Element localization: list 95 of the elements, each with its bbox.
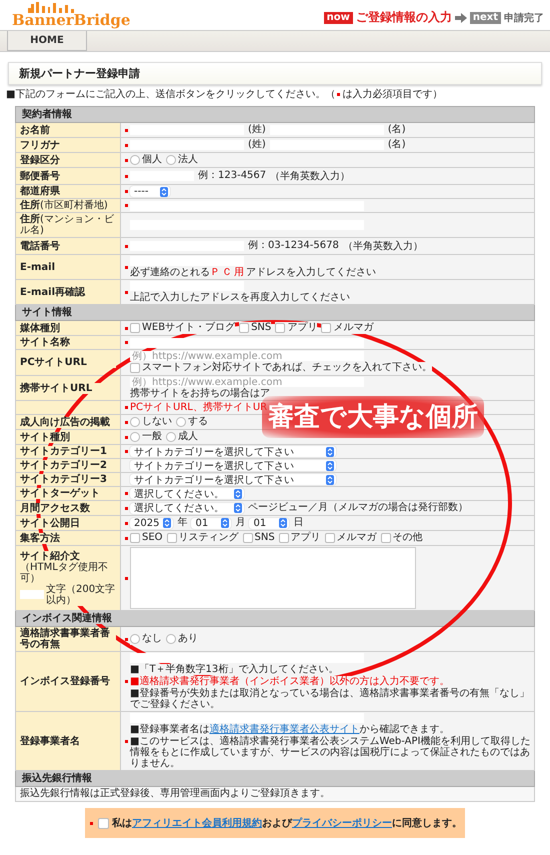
text-field[interactable] [130, 256, 244, 266]
checkbox[interactable] [130, 363, 140, 373]
instruction-text: は入力必須項目です） [342, 88, 442, 101]
text-field[interactable] [130, 713, 364, 723]
dropdown[interactable]: サイトカテゴリーを選択して下さい [130, 474, 336, 485]
section-title: 振込先銀行情報 [20, 773, 94, 784]
updown-icon [221, 518, 230, 528]
dropdown[interactable]: 2025 [130, 518, 174, 528]
note-text: ■このサービスは、適格請求書発行事業者公表システムWeb-API機能を利用して取得した情報をもとに作成していますが、サービスの内容は国税庁によって保証されたものではありません。 [130, 736, 532, 769]
radio-button[interactable] [130, 155, 140, 165]
instruction-text: ■下記のフォームにご記入の上、送信ボタンをクリックしてください。（ [6, 88, 336, 101]
step-badge: now [324, 12, 353, 24]
note-text: 必ず連絡のとれる ＰＣ用 アドレスを入力してください [130, 267, 376, 278]
option-label: スマートフォン対応サイトであれば、チェックを入れて下さい。 [142, 362, 432, 374]
dropdown[interactable]: サイトカテゴリーを選択して下さい [130, 460, 336, 471]
field-hint: (姓) [248, 139, 266, 151]
option-label: 一般 [142, 431, 162, 443]
dropdown[interactable]: サイトカテゴリーを選択して下さい [130, 446, 336, 457]
checkbox[interactable] [275, 323, 286, 333]
option-label: 成人 [178, 431, 198, 443]
text-field[interactable] [130, 200, 364, 210]
radio-button[interactable] [130, 634, 140, 644]
info-text: 振込先銀行情報は正式登録後、専用管理画面内よりご登録頂きます。 [16, 786, 534, 802]
step-label: ご登録情報の入力 [356, 9, 452, 26]
arrow-right-icon [454, 12, 467, 22]
field-hint: 日 [293, 517, 304, 529]
option-label: リスティング [178, 532, 239, 544]
checkbox[interactable] [380, 533, 391, 543]
option-label: する [188, 416, 208, 428]
radio-button[interactable] [176, 417, 186, 427]
field-label: PCサイトURL [20, 357, 116, 368]
updown-icon [279, 518, 288, 528]
dropdown[interactable]: ---- [130, 186, 170, 197]
field-hint: 月 [235, 517, 246, 529]
option-label: あり [178, 633, 198, 645]
field-hint: 例：03-1234-5678 [248, 240, 339, 252]
checkbox[interactable] [239, 323, 250, 333]
updown-icon [163, 518, 172, 528]
option-label: メルマガ [333, 322, 374, 334]
logo-text: BannerBridge [12, 13, 130, 28]
option-label: 法人 [178, 154, 198, 166]
radio-button[interactable] [166, 155, 176, 165]
link[interactable]: 適格請求書発行事業者公表サイト [209, 724, 360, 735]
checkbox[interactable] [98, 818, 109, 828]
option-label: その他 [392, 532, 423, 544]
home-tab[interactable]: HOME [7, 31, 87, 51]
checkbox[interactable] [321, 323, 332, 333]
dropdown[interactable]: 01 [249, 518, 290, 528]
radio-button[interactable] [130, 417, 140, 427]
option-label: 個人 [142, 154, 162, 166]
option-label: アプリ [287, 322, 318, 334]
dropdown[interactable]: 選択してください。 [130, 488, 244, 499]
checkbox[interactable] [324, 533, 335, 543]
note-text: 携帯サイトをお持ちの場合はア [130, 388, 270, 399]
section-title: 契約者情報 [20, 109, 74, 120]
radio-button[interactable] [166, 634, 176, 644]
counter-field[interactable] [20, 590, 44, 599]
text-area[interactable] [130, 547, 416, 609]
required-mark [337, 92, 340, 96]
text-field[interactable] [130, 281, 244, 291]
dropdown[interactable]: 選択してください。 [130, 502, 244, 514]
option-label: SNS [254, 532, 275, 544]
field-label: 住所(マンション・ビル名) [20, 214, 116, 236]
text-field[interactable] [130, 338, 364, 348]
option-label: しない [142, 416, 172, 428]
step-badge: next [470, 12, 501, 24]
checkbox[interactable] [166, 533, 177, 543]
note-text: 上記で入力したアドレスを再度入力してください [130, 292, 350, 303]
checkbox[interactable] [278, 533, 289, 543]
option-label: SEO [142, 532, 163, 544]
field-label: 適格請求書事業者番号の有無 [20, 628, 116, 650]
dropdown[interactable]: 01 [191, 518, 232, 528]
option-label: WEBサイト・ブログ [142, 322, 236, 334]
section-title: インボイス関連情報 [20, 613, 114, 624]
text-field[interactable] [130, 653, 364, 663]
checkbox[interactable] [130, 323, 140, 333]
checkbox[interactable] [130, 533, 140, 543]
agreement-text: 私はアフィリエイト会員利用規約およびプライバシーポリシーに同意します。 [112, 816, 462, 830]
option-label: メルマガ [336, 532, 377, 544]
page-title: 新規パートナー登録申請 [8, 62, 542, 85]
radio-button[interactable] [130, 432, 140, 442]
step-label: 申請完了 [504, 11, 544, 24]
field-hint: 年 [177, 517, 188, 529]
field-hint: 例：123-4567 [198, 170, 266, 182]
option-label: SNS [251, 322, 272, 334]
field-hint: (姓) [248, 124, 266, 136]
option-label: なし [142, 633, 162, 645]
option-label: アプリ [290, 532, 321, 544]
field-hint: (名) [388, 139, 406, 151]
section-title: サイト情報 [20, 307, 74, 318]
label-note: 文字（200文字以内） [46, 584, 116, 606]
checkbox[interactable] [242, 533, 253, 543]
updown-icon [234, 503, 242, 513]
field-hint: (名) [388, 124, 406, 136]
radio-button[interactable] [166, 432, 176, 442]
